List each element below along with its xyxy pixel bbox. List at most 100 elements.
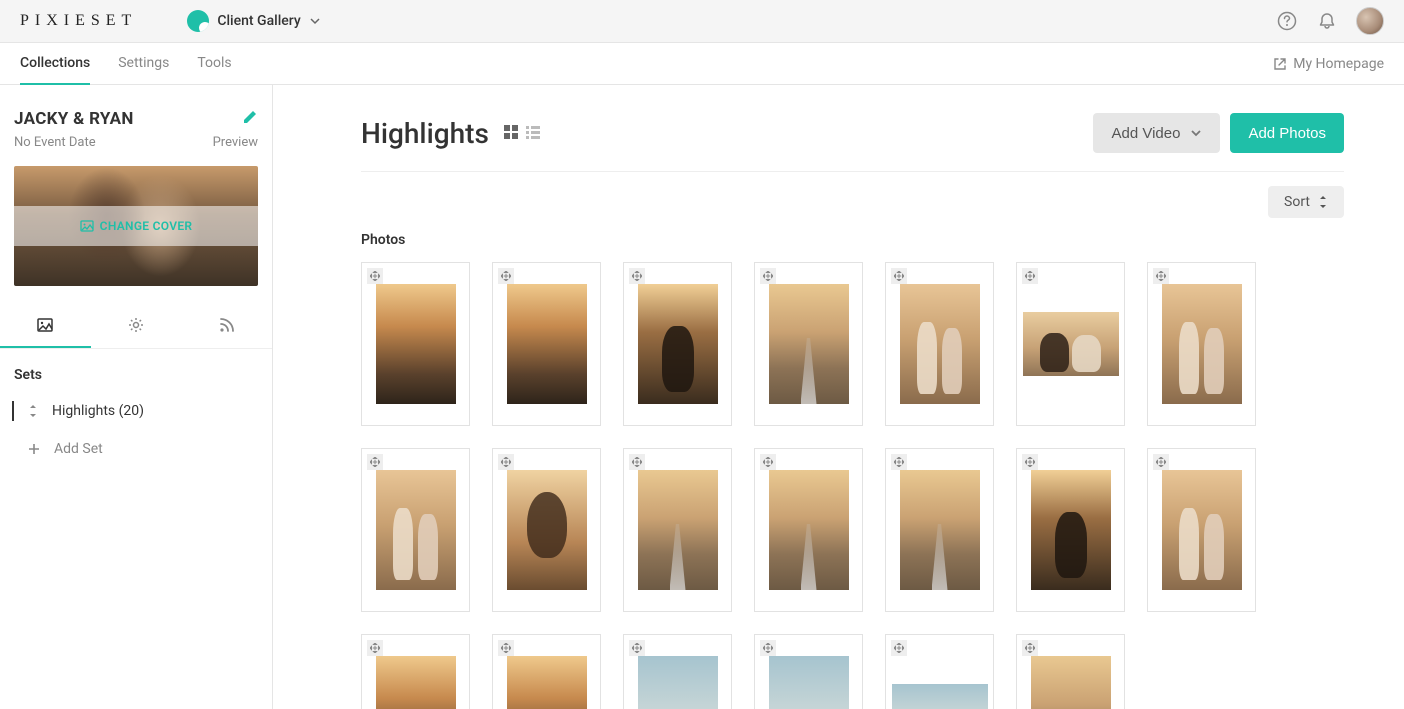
chevron-down-icon [309, 15, 321, 27]
sidebar-tabs [0, 304, 272, 349]
my-homepage-link[interactable]: My Homepage [1273, 56, 1384, 72]
move-icon[interactable] [891, 454, 907, 470]
photo-thumb[interactable] [361, 634, 470, 709]
add-video-button[interactable]: Add Video [1093, 113, 1220, 153]
photo-thumb[interactable] [885, 262, 994, 426]
photo-thumb[interactable] [361, 448, 470, 612]
move-icon[interactable] [1153, 268, 1169, 284]
collection-title: JACKY & RYAN [14, 109, 134, 129]
list-view-icon[interactable] [525, 124, 543, 142]
app-switcher-label: Client Gallery [217, 13, 300, 29]
photo-thumb[interactable] [885, 634, 994, 709]
move-icon[interactable] [1153, 454, 1169, 470]
photo-image [507, 470, 587, 590]
move-icon[interactable] [891, 268, 907, 284]
move-icon[interactable] [760, 268, 776, 284]
photo-image [638, 284, 718, 404]
move-icon[interactable] [367, 640, 383, 656]
photo-image [638, 470, 718, 590]
photo-thumb[interactable] [1147, 262, 1256, 426]
photo-thumb[interactable] [492, 262, 601, 426]
photo-thumb[interactable] [754, 448, 863, 612]
nav-tab-tools[interactable]: Tools [197, 43, 231, 85]
photo-thumb[interactable] [623, 262, 732, 426]
chevron-down-icon [1190, 127, 1202, 139]
move-icon[interactable] [1022, 640, 1038, 656]
edit-icon[interactable] [242, 109, 258, 125]
preview-link[interactable]: Preview [213, 135, 258, 150]
move-icon[interactable] [498, 454, 514, 470]
avatar[interactable] [1356, 7, 1384, 35]
set-item-label: Highlights (20) [52, 403, 144, 419]
add-set-label: Add Set [54, 441, 103, 457]
move-icon[interactable] [760, 454, 776, 470]
add-video-label: Add Video [1111, 125, 1180, 142]
photos-icon [36, 316, 54, 334]
move-icon[interactable] [629, 454, 645, 470]
move-icon[interactable] [629, 640, 645, 656]
photo-thumb[interactable] [754, 262, 863, 426]
main-content: Highlights Add Video Add Photos [273, 85, 1404, 709]
move-icon[interactable] [1022, 268, 1038, 284]
move-icon[interactable] [498, 268, 514, 284]
move-icon[interactable] [498, 640, 514, 656]
help-icon[interactable] [1276, 10, 1298, 32]
photo-image [638, 656, 718, 709]
rss-icon [218, 316, 236, 334]
photo-thumb[interactable] [1147, 448, 1256, 612]
top-bar: PIXIESET Client Gallery [0, 0, 1404, 43]
event-date: No Event Date [14, 135, 96, 150]
sidebar: JACKY & RYAN No Event Date Preview CHANG… [0, 85, 273, 709]
app-switcher[interactable]: Client Gallery [187, 10, 320, 32]
change-cover-button[interactable]: CHANGE COVER [14, 206, 258, 246]
sort-button[interactable]: Sort [1268, 186, 1344, 218]
sidebar-tab-photos[interactable] [0, 304, 91, 348]
photo-thumb[interactable] [361, 262, 470, 426]
photo-thumb[interactable] [492, 448, 601, 612]
photo-image [1162, 284, 1242, 404]
move-icon[interactable] [891, 640, 907, 656]
photo-image [1031, 470, 1111, 590]
photo-thumb[interactable] [1016, 448, 1125, 612]
photo-image [769, 656, 849, 709]
sort-handle-icon[interactable] [28, 405, 38, 417]
nav-bar: Collections Settings Tools My Homepage [0, 43, 1404, 85]
photo-image [900, 470, 980, 590]
grid-view-icon[interactable] [503, 124, 521, 142]
brand-logo[interactable]: PIXIESET [20, 12, 137, 30]
photo-thumb[interactable] [885, 448, 994, 612]
gear-icon [127, 316, 145, 334]
sidebar-tab-activity[interactable] [181, 304, 272, 348]
move-icon[interactable] [760, 640, 776, 656]
photo-thumb[interactable] [754, 634, 863, 709]
photo-thumb[interactable] [492, 634, 601, 709]
move-icon[interactable] [1022, 454, 1038, 470]
photo-thumb[interactable] [1016, 262, 1125, 426]
sidebar-tab-settings[interactable] [91, 304, 182, 348]
bell-icon[interactable] [1316, 10, 1338, 32]
sort-icon [1318, 196, 1328, 208]
photo-thumb[interactable] [1016, 634, 1125, 709]
photo-image [376, 284, 456, 404]
move-icon[interactable] [629, 268, 645, 284]
image-icon [80, 219, 94, 233]
move-icon[interactable] [367, 268, 383, 284]
plus-icon [28, 443, 40, 455]
nav-tab-settings[interactable]: Settings [118, 43, 169, 85]
photo-thumb[interactable] [623, 634, 732, 709]
client-gallery-icon [187, 10, 209, 32]
set-title: Highlights [361, 117, 489, 150]
move-icon[interactable] [367, 454, 383, 470]
add-photos-button[interactable]: Add Photos [1230, 113, 1344, 153]
photo-image [376, 470, 456, 590]
photo-thumb[interactable] [623, 448, 732, 612]
sort-label: Sort [1284, 194, 1310, 210]
add-set-button[interactable]: Add Set [0, 429, 272, 467]
photo-grid [361, 262, 1344, 709]
photo-image [900, 284, 980, 404]
view-toggle [503, 124, 547, 142]
photo-image [376, 656, 456, 709]
set-item-highlights[interactable]: Highlights (20) [0, 393, 272, 429]
photo-image [1162, 470, 1242, 590]
nav-tab-collections[interactable]: Collections [20, 43, 90, 85]
